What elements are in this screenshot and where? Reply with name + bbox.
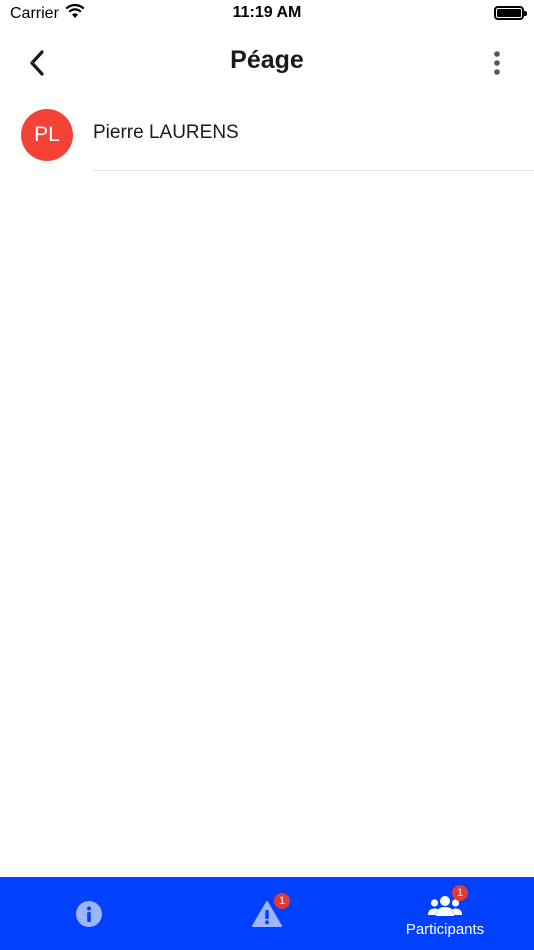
tab-alerts[interactable]: 1 [178,877,356,950]
group-icon: 1 [428,885,468,921]
alerts-badge: 1 [274,892,290,909]
bottom-tab-bar: 1 1 Participants [0,877,534,950]
tab-participants[interactable]: 1 Participants [356,877,534,950]
participants-badge: 1 [452,885,468,901]
warning-icon: 1 [250,892,290,929]
back-button[interactable] [20,46,54,80]
tab-info[interactable] [0,877,178,950]
status-time: 11:19 AM [232,4,302,21]
participant-list: PL Pierre LAURENS [0,98,534,171]
page-title: Péage [230,46,304,74]
header: Péage [0,28,534,98]
more-options-button[interactable] [482,46,512,80]
more-vertical-icon [494,51,500,75]
screen: Carrier 11:19 AM Péage PL Pierre LAURENS… [0,0,534,950]
avatar: PL [21,109,73,161]
list-item[interactable]: PL Pierre LAURENS [0,98,534,171]
divider [93,170,534,171]
battery-icon [494,6,527,20]
info-icon [72,899,106,929]
chevron-left-icon [30,50,44,76]
status-right [494,6,527,20]
participant-name: Pierre LAURENS [93,122,239,143]
status-bar: Carrier 11:19 AM [0,0,534,28]
tab-participants-label: Participants [405,921,485,938]
